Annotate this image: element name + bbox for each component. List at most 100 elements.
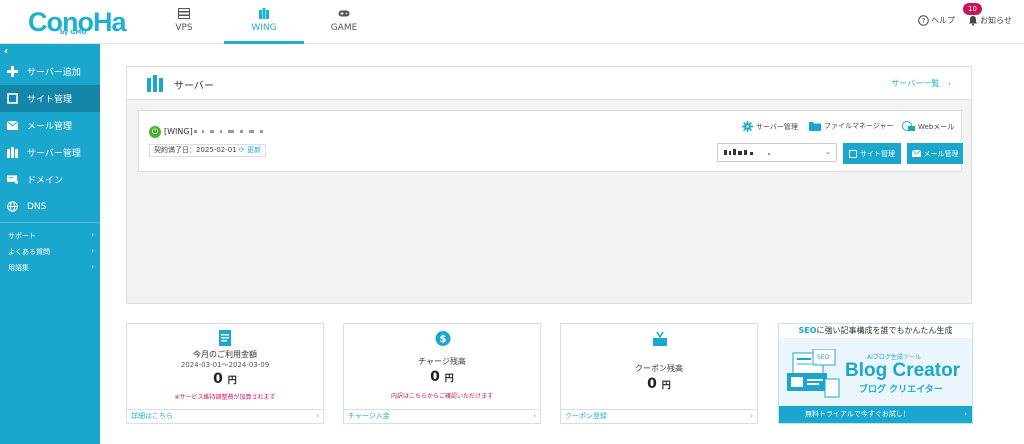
banner-headline-text: に強い記事構成を誰でもかんたん生成 bbox=[816, 326, 953, 335]
webmail-icon bbox=[902, 121, 915, 131]
server-manage-link[interactable]: サーバー管理 bbox=[742, 121, 798, 132]
sidebar-divider bbox=[0, 222, 100, 223]
notice-link[interactable]: お知らせ bbox=[968, 15, 1012, 26]
tab-game-label: GAME bbox=[330, 23, 358, 33]
chevron-right-icon: › bbox=[316, 412, 319, 420]
charge-amount: 0 円 bbox=[344, 369, 540, 385]
chevron-right-icon: › bbox=[91, 263, 94, 271]
sidebar-item-add-server[interactable]: サーバー追加 bbox=[0, 58, 100, 85]
server-icon bbox=[147, 75, 163, 92]
power-on-icon: ⏻ bbox=[149, 126, 161, 138]
plus-icon bbox=[7, 66, 18, 77]
sidebar-item-site[interactable]: サイト管理 bbox=[0, 85, 100, 112]
sidebar-item-mail[interactable]: メール管理 bbox=[0, 112, 100, 139]
envelope-icon bbox=[7, 120, 18, 131]
sidebar-sub-label: 用語集 bbox=[8, 264, 29, 272]
renew-link[interactable]: ⟳ 更新 bbox=[239, 146, 261, 154]
question-circle-icon: ? bbox=[918, 15, 929, 26]
tab-vps-label: VPS bbox=[175, 23, 193, 33]
site-manage-label: サイト管理 bbox=[860, 149, 895, 158]
sidebar-sub-glossary[interactable]: 用語集 › bbox=[8, 263, 94, 273]
banner-headline: SEOに強い記事構成を誰でもかんたん生成 bbox=[779, 324, 972, 338]
svg-text:$: $ bbox=[440, 334, 447, 345]
help-link[interactable]: ? ヘルプ bbox=[918, 15, 955, 26]
banner-title-kana: ブログ クリエイター bbox=[859, 385, 943, 395]
redacted-site-name bbox=[724, 149, 770, 155]
charge-title: チャージ残高 bbox=[418, 357, 466, 366]
server-manage-label: サーバー管理 bbox=[756, 122, 798, 131]
banner-cta-label: 無料トライアルで今すぐお試し！ bbox=[805, 410, 910, 418]
server-panel-title: サーバー bbox=[174, 81, 214, 92]
charge-deposit-label: チャージ入金 bbox=[348, 412, 390, 420]
site-square-icon bbox=[849, 149, 857, 158]
server-stack-icon bbox=[178, 8, 190, 19]
globe-icon bbox=[7, 201, 18, 212]
tab-vps[interactable]: VPS bbox=[144, 0, 224, 44]
envelope-icon bbox=[911, 150, 921, 157]
sidebar-sub-faq[interactable]: よくある質問 › bbox=[8, 247, 94, 257]
tab-wing[interactable]: WING bbox=[224, 0, 304, 44]
server-panel-header: サーバー サーバー一覧 › bbox=[127, 67, 971, 100]
sidebar-item-label: メール管理 bbox=[27, 122, 73, 132]
usage-note: ※サービス維持調整費が加算されます bbox=[174, 394, 276, 401]
mail-manage-button[interactable]: メール管理 bbox=[907, 143, 963, 164]
blog-illustration-icon: SEO bbox=[787, 349, 840, 398]
charge-note: 内訳はこちらからご確認いただけます bbox=[390, 393, 493, 400]
folder-icon bbox=[809, 122, 821, 131]
notice-label: お知らせ bbox=[980, 16, 1012, 25]
charge-card: $ チャージ残高 0 円 内訳はこちらからご確認いただけます チャージ入金 › bbox=[343, 323, 541, 424]
logo-sub: by GMO bbox=[60, 29, 87, 36]
blog-creator-banner[interactable]: SEOに強い記事構成を誰でもかんたん生成 SEO AIブログ生成ツール Blog… bbox=[778, 323, 973, 424]
sidebar-sub-label: よくある質問 bbox=[8, 248, 50, 256]
server-icon bbox=[7, 147, 18, 158]
charge-deposit-link[interactable]: チャージ入金 › bbox=[344, 409, 540, 423]
domain-card-icon bbox=[7, 174, 18, 185]
coupon-card: クーポン残高 0 円 クーポン登録 › bbox=[560, 323, 758, 424]
usage-detail-link[interactable]: 詳細はこちら › bbox=[127, 409, 323, 423]
chevron-right-icon: › bbox=[91, 231, 94, 239]
file-manager-label: ファイルマネージャー bbox=[824, 122, 894, 130]
file-manager-link[interactable]: ファイルマネージャー bbox=[809, 121, 894, 131]
server-panel: サーバー サーバー一覧 › ⏻ [WING] 契約満了日：2025-02-01 … bbox=[126, 66, 972, 304]
sidebar-item-label: サイト管理 bbox=[27, 95, 73, 105]
server-list-link[interactable]: サーバー一覧 › bbox=[891, 78, 951, 89]
site-square-icon bbox=[7, 93, 18, 104]
webmail-label: Webメール bbox=[918, 122, 955, 131]
usage-title: 今月のご利用金額 bbox=[193, 350, 257, 359]
svg-text:?: ? bbox=[922, 17, 926, 25]
banner-cta[interactable]: 無料トライアルで今すぐお試し！ › bbox=[779, 406, 972, 423]
charge-amount-value: 0 bbox=[430, 369, 440, 385]
gamepad-icon bbox=[338, 10, 350, 17]
site-select[interactable]: ⌄ bbox=[717, 143, 837, 162]
site-manage-button[interactable]: サイト管理 bbox=[843, 143, 901, 164]
usage-unit: 円 bbox=[227, 376, 237, 386]
tab-game[interactable]: GAME bbox=[304, 0, 384, 44]
sidebar-item-dns[interactable]: DNS bbox=[0, 193, 100, 220]
conoha-logo[interactable]: ConoHa by GMO bbox=[28, 7, 126, 37]
gear-icon bbox=[742, 121, 753, 132]
invoice-icon bbox=[219, 330, 231, 346]
coupon-gift-icon bbox=[653, 331, 667, 346]
server-name[interactable]: [WING] bbox=[164, 127, 193, 136]
sidebar-item-domain[interactable]: ドメイン bbox=[0, 166, 100, 193]
renew-label: 更新 bbox=[247, 146, 262, 154]
redacted-server-id bbox=[194, 130, 263, 133]
coupon-amount-value: 0 bbox=[647, 376, 657, 392]
usage-amount-value: 0 bbox=[213, 371, 223, 387]
sidebar-item-label: サーバー管理 bbox=[27, 149, 81, 159]
chevron-right-icon: › bbox=[91, 247, 94, 255]
coupon-register-label: クーポン登録 bbox=[565, 412, 607, 420]
usage-card: 今月のご利用金額 2024-03-01〜2024-03-09 0 円 ※サービス… bbox=[126, 323, 324, 424]
server-card: ⏻ [WING] 契約満了日：2025-02-01 ⟳ 更新 サーバー管理 ファ… bbox=[138, 110, 963, 172]
sidebar-sub-support[interactable]: サポート › bbox=[8, 231, 94, 241]
webmail-link[interactable]: Webメール bbox=[902, 121, 954, 132]
svg-text:SEO: SEO bbox=[817, 354, 830, 361]
coupon-register-link[interactable]: クーポン登録 › bbox=[561, 409, 757, 423]
chevron-right-icon: › bbox=[750, 412, 753, 420]
server-list-label: サーバー一覧 bbox=[891, 79, 940, 88]
sidebar: ‹ サーバー追加 サイト管理 メール管理 サーバー管理 ドメイン DNS サポー… bbox=[0, 44, 100, 444]
chevron-right-icon: › bbox=[533, 412, 536, 420]
sidebar-item-server[interactable]: サーバー管理 bbox=[0, 139, 100, 166]
notice-count-badge: 10 bbox=[963, 3, 982, 15]
collapse-sidebar-icon[interactable]: ‹ bbox=[4, 46, 8, 57]
